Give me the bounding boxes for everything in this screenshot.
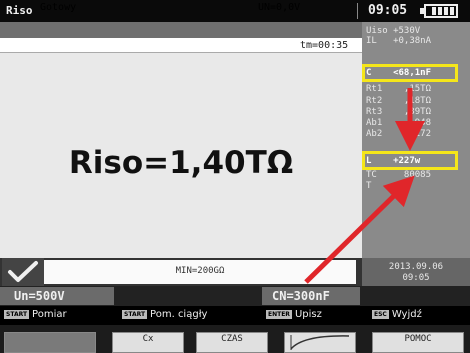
- annotation-arrows: [304, 88, 425, 284]
- arrow-up: [304, 175, 415, 284]
